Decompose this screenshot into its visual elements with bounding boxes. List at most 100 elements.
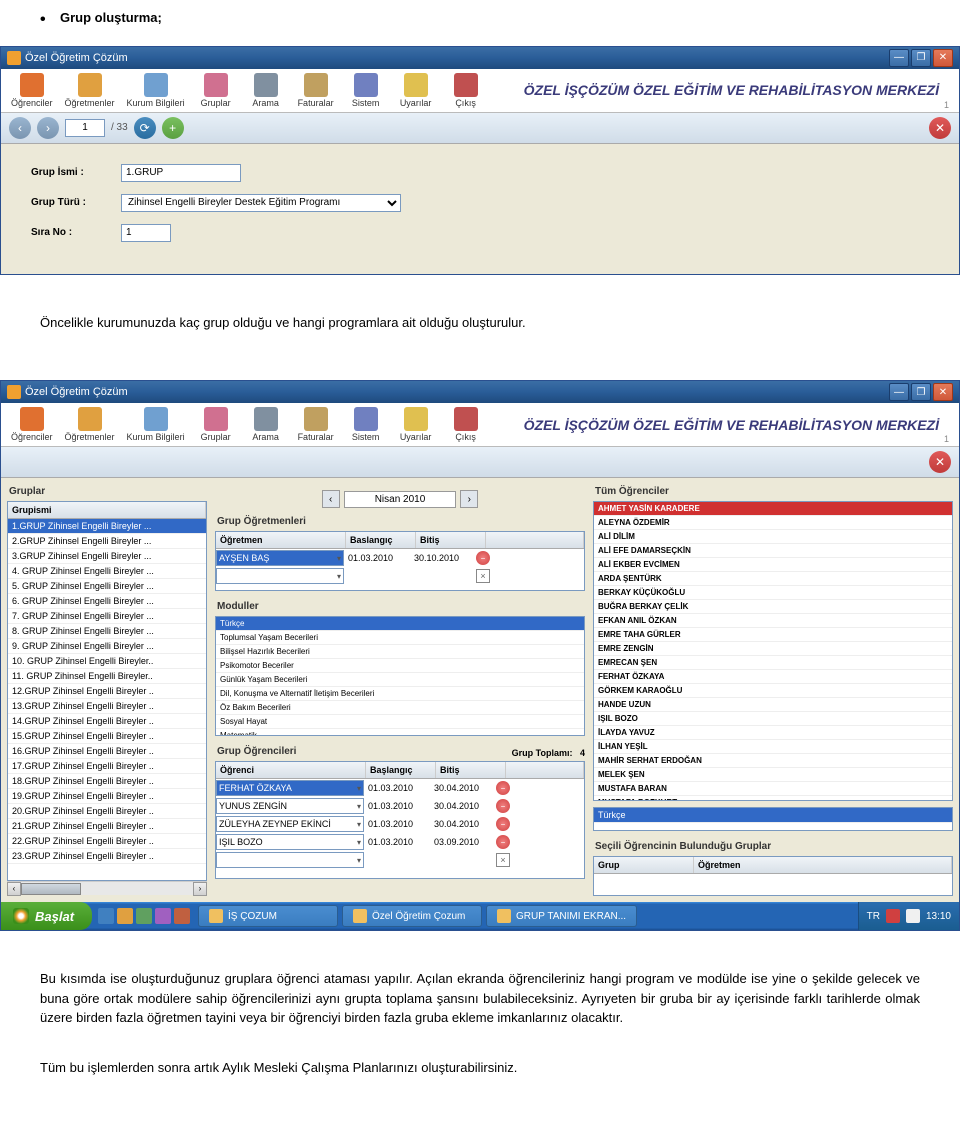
list-item[interactable]: ALİ DİLİM (594, 530, 952, 544)
quick-launch-icon[interactable] (98, 908, 114, 924)
clear-row-icon[interactable]: × (496, 853, 510, 867)
menu-item-öğretmenler[interactable]: Öğretmenler (59, 405, 121, 444)
list-item[interactable]: ALİ EFE DAMARSEÇKİN (594, 544, 952, 558)
list-item[interactable]: 6. GRUP Zihinsel Engelli Bireyler ... (8, 594, 206, 609)
delete-icon[interactable]: ✕ (929, 117, 951, 139)
menu-item-öğrenciler[interactable]: Öğrenciler (5, 71, 59, 110)
list-item[interactable]: 1.GRUP Zihinsel Engelli Bireyler ... (8, 519, 206, 534)
list-item[interactable]: 10. GRUP Zihinsel Engelli Bireyler.. (8, 654, 206, 669)
list-item[interactable]: Toplumsal Yaşam Becerileri (216, 631, 584, 645)
close-button[interactable]: ✕ (933, 383, 953, 401)
taskbar-item[interactable]: İŞ ÇOZUM (198, 905, 338, 927)
ogrenci-combo[interactable]: ZÜLEYHA ZEYNEP EKİNCİ▾ (216, 816, 364, 832)
remove-row-icon[interactable]: − (496, 817, 510, 831)
secili-modul-listbox[interactable]: Türkçe (593, 807, 953, 831)
list-item[interactable]: 2.GRUP Zihinsel Engelli Bireyler ... (8, 534, 206, 549)
ogretmen-combo[interactable]: ▾ (216, 568, 344, 584)
language-indicator[interactable]: TR (867, 911, 880, 922)
list-item[interactable]: 4. GRUP Zihinsel Engelli Bireyler ... (8, 564, 206, 579)
list-item[interactable]: MUSTAFA BARAN (594, 782, 952, 796)
list-item[interactable]: 19.GRUP Zihinsel Engelli Bireyler .. (8, 789, 206, 804)
list-item[interactable]: BERKAY KÜÇÜKOĞLU (594, 586, 952, 600)
ogrenciler-listbox[interactable]: Öğrenci Başlangıç Bitiş FERHAT ÖZKAYA▾ 0… (215, 761, 585, 879)
taskbar-item[interactable]: Özel Öğretim Çozum (342, 905, 482, 927)
menu-item-çıkış[interactable]: Çıkış (441, 71, 491, 110)
taskbar-item[interactable]: GRUP TANIMI EKRAN... (486, 905, 637, 927)
maximize-button[interactable]: ❐ (911, 383, 931, 401)
nav-next-icon[interactable]: › (37, 117, 59, 139)
list-item[interactable]: Matematik (216, 729, 584, 736)
ogrenci-combo[interactable]: FERHAT ÖZKAYA▾ (216, 780, 364, 796)
list-item[interactable]: Öz Bakım Becerileri (216, 701, 584, 715)
list-item[interactable]: 3.GRUP Zihinsel Engelli Bireyler ... (8, 549, 206, 564)
remove-row-icon[interactable]: − (476, 551, 490, 565)
menu-item-çıkış[interactable]: Çıkış (441, 405, 491, 444)
list-item[interactable]: GÖRKEM KARAOĞLU (594, 684, 952, 698)
menu-item-uyarılar[interactable]: Uyarılar (391, 71, 441, 110)
remove-row-icon[interactable]: − (496, 781, 510, 795)
remove-row-icon[interactable]: − (496, 799, 510, 813)
menu-item-sistem[interactable]: Sistem (341, 71, 391, 110)
list-item[interactable]: 23.GRUP Zihinsel Engelli Bireyler .. (8, 849, 206, 864)
ogrenci-combo[interactable]: YUNUS ZENGİN▾ (216, 798, 364, 814)
list-item[interactable]: 7. GRUP Zihinsel Engelli Bireyler ... (8, 609, 206, 624)
list-item[interactable]: HANDE UZUN (594, 698, 952, 712)
list-item[interactable]: FERHAT ÖZKAYA (594, 670, 952, 684)
list-item[interactable]: EMRECAN ŞEN (594, 656, 952, 670)
list-item[interactable]: İLAYDA YAVUZ (594, 726, 952, 740)
list-item[interactable]: 15.GRUP Zihinsel Engelli Bireyler .. (8, 729, 206, 744)
menu-item-faturalar[interactable]: Faturalar (291, 71, 341, 110)
ogretmenler-listbox[interactable]: Öğretmen Baslangıç Bitiş AYŞEN BAŞ▾ 01.0… (215, 531, 585, 591)
list-item[interactable]: 13.GRUP Zihinsel Engelli Bireyler .. (8, 699, 206, 714)
list-item[interactable]: Sosyal Hayat (216, 715, 584, 729)
list-item[interactable]: AHMET YASİN KARADERE (594, 502, 952, 516)
list-item[interactable]: 8. GRUP Zihinsel Engelli Bireyler ... (8, 624, 206, 639)
add-icon[interactable]: + (162, 117, 184, 139)
list-item[interactable]: MAHİR SERHAT ERDOĞAN (594, 754, 952, 768)
gruplar-listbox[interactable]: Grupismi 1.GRUP Zihinsel Engelli Bireyle… (7, 501, 207, 881)
month-next-icon[interactable]: › (460, 490, 478, 508)
list-item[interactable]: 21.GRUP Zihinsel Engelli Bireyler .. (8, 819, 206, 834)
list-item[interactable]: Türkçe (216, 617, 584, 631)
menu-item-gruplar[interactable]: Gruplar (191, 71, 241, 110)
quick-launch-icon[interactable] (136, 908, 152, 924)
delete-icon[interactable]: ✕ (929, 451, 951, 473)
list-item[interactable]: IŞIL BOZO (594, 712, 952, 726)
grup-ismi-input[interactable] (121, 164, 241, 182)
tum-ogrenciler-listbox[interactable]: AHMET YASİN KARADEREALEYNA ÖZDEMİRALİ Dİ… (593, 501, 953, 801)
clear-row-icon[interactable]: × (476, 569, 490, 583)
close-button[interactable]: ✕ (933, 49, 953, 67)
list-item[interactable]: ALEYNA ÖZDEMİR (594, 516, 952, 530)
menu-item-arama[interactable]: Arama (241, 405, 291, 444)
minimize-button[interactable]: — (889, 383, 909, 401)
menu-item-gruplar[interactable]: Gruplar (191, 405, 241, 444)
menu-item-öğretmenler[interactable]: Öğretmenler (59, 71, 121, 110)
list-item[interactable]: 11. GRUP Zihinsel Engelli Bireyler.. (8, 669, 206, 684)
list-item[interactable]: Türkçe (594, 808, 952, 823)
list-item[interactable]: 12.GRUP Zihinsel Engelli Bireyler .. (8, 684, 206, 699)
menu-item-uyarılar[interactable]: Uyarılar (391, 405, 441, 444)
list-item[interactable]: 20.GRUP Zihinsel Engelli Bireyler .. (8, 804, 206, 819)
list-item[interactable]: ARDA ŞENTÜRK (594, 572, 952, 586)
list-item[interactable]: 16.GRUP Zihinsel Engelli Bireyler .. (8, 744, 206, 759)
menu-item-öğrenciler[interactable]: Öğrenciler (5, 405, 59, 444)
list-item[interactable]: BUĞRA BERKAY ÇELİK (594, 600, 952, 614)
minimize-button[interactable]: — (889, 49, 909, 67)
menu-item-arama[interactable]: Arama (241, 71, 291, 110)
sira-no-input[interactable] (121, 224, 171, 242)
list-item[interactable]: Günlük Yaşam Becerileri (216, 673, 584, 687)
list-item[interactable]: Dil, Konuşma ve Alternatif İletişim Bece… (216, 687, 584, 701)
list-item[interactable]: 14.GRUP Zihinsel Engelli Bireyler .. (8, 714, 206, 729)
menu-item-faturalar[interactable]: Faturalar (291, 405, 341, 444)
moduller-listbox[interactable]: TürkçeToplumsal Yaşam BecerileriBilişsel… (215, 616, 585, 736)
quick-launch-icon[interactable] (155, 908, 171, 924)
list-item[interactable]: ALİ EKBER EVCİMEN (594, 558, 952, 572)
list-item[interactable]: 18.GRUP Zihinsel Engelli Bireyler .. (8, 774, 206, 789)
list-item[interactable]: EMRE TAHA GÜRLER (594, 628, 952, 642)
scrollbar[interactable]: ‹ › (7, 881, 207, 895)
secili-gruplar-listbox[interactable]: Grup Öğretmen (593, 856, 953, 896)
list-item[interactable]: MELEK ŞEN (594, 768, 952, 782)
remove-row-icon[interactable]: − (496, 835, 510, 849)
month-prev-icon[interactable]: ‹ (322, 490, 340, 508)
start-button[interactable]: Başlat (1, 902, 92, 930)
